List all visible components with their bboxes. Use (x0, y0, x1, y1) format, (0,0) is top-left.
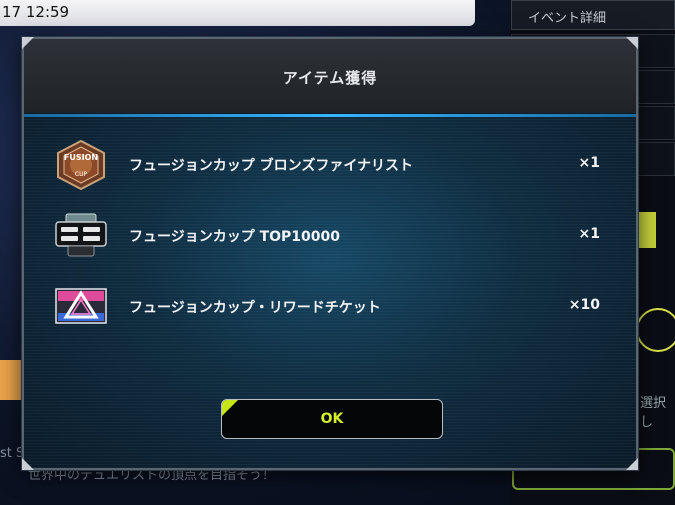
side-text: st S (0, 446, 25, 461)
item-name: フュージョンカップ・リワードチケット (129, 300, 381, 316)
clock: 17 12:59 (2, 3, 70, 21)
status-bar: 17 12:59 (0, 0, 475, 26)
frame-corner (626, 37, 638, 49)
ok-button-label: OK (320, 411, 344, 427)
item-quantity: ×1 (578, 155, 600, 171)
ok-button[interactable]: OK (221, 399, 443, 439)
item-name: フュージョンカップ ブロンズファイナリスト (129, 158, 414, 174)
frame-corner (22, 458, 34, 470)
top10000-card-icon (52, 210, 110, 262)
event-detail-button[interactable]: イベント詳細 (511, 0, 675, 30)
fusion-cup-bronze-medal-icon: FUSION CUP (52, 139, 110, 191)
select-label: 選択し (640, 396, 667, 430)
reward-ticket-icon (52, 281, 110, 333)
item-name: フュージョンカップ TOP10000 (129, 229, 341, 245)
frame-corner (626, 458, 638, 470)
svg-text:FUSION: FUSION (64, 153, 98, 162)
item-acquired-dialog: アイテム獲得 FUSION CUP フュージョンカップ ブロンズファイナリスト … (22, 37, 638, 470)
add-button (636, 308, 675, 352)
list-item: フュージョンカップ TOP10000 ×1 (52, 210, 600, 262)
dialog-header: アイテム獲得 (24, 39, 636, 113)
list-item: フュージョンカップ・リワードチケット ×10 (52, 281, 600, 333)
dialog-title: アイテム獲得 (282, 69, 378, 87)
svg-text:CUP: CUP (75, 171, 88, 178)
list-item: FUSION CUP フュージョンカップ ブロンズファイナリスト ×1 (52, 139, 600, 191)
dialog-body: FUSION CUP フュージョンカップ ブロンズファイナリスト ×1 フュージ… (24, 117, 636, 468)
event-detail-label: イベント詳細 (528, 11, 607, 26)
item-quantity: ×1 (578, 226, 600, 242)
frame-corner (22, 37, 34, 49)
item-quantity: ×10 (568, 297, 600, 313)
